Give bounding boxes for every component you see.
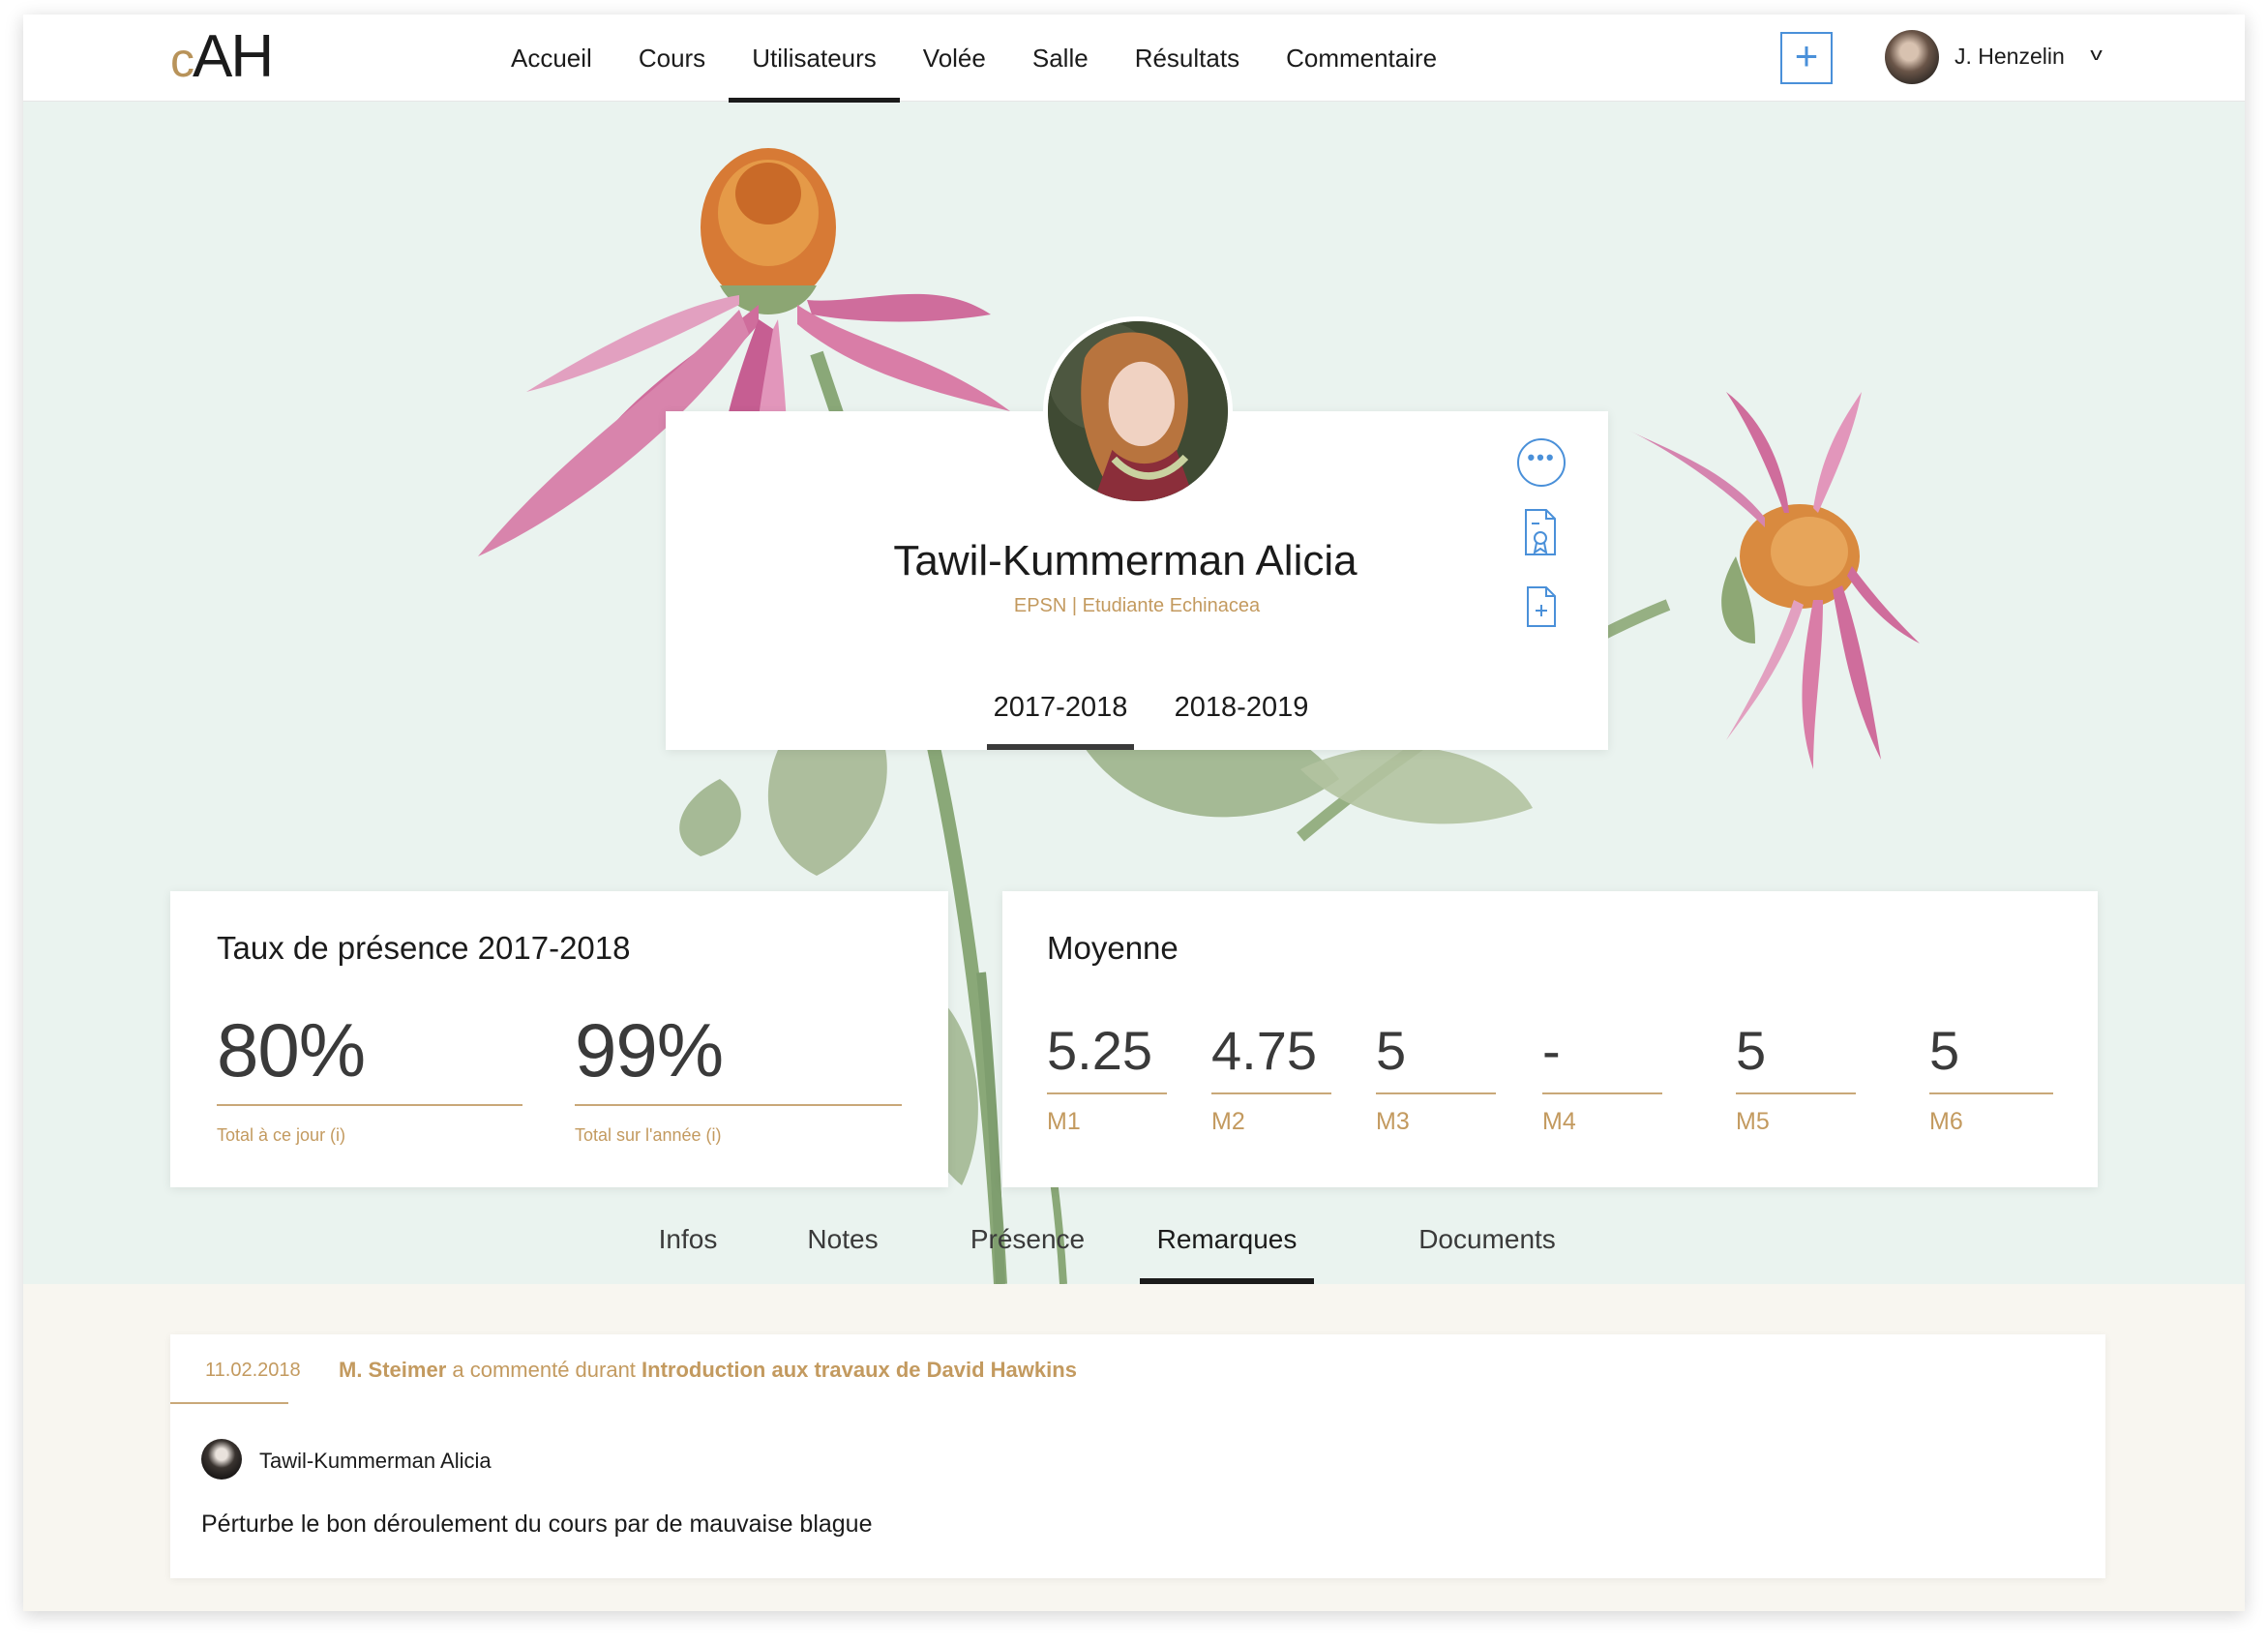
document-add-icon[interactable] [1525,585,1558,628]
average-value: 5 [1376,1020,1407,1081]
average-m5: 5 M5 [1736,1009,1856,1136]
average-title: Moyenne [1047,930,1179,966]
main-nav: Accueil Cours Utilisateurs Volée Salle R… [488,15,1460,103]
profile-hero: Tawil-Kummerman Alicia EPSN | Etudiante … [23,102,2245,1284]
average-card: Moyenne 5.25 M1 4.75 M2 5 M3 - M4 5 M5 5… [1002,891,2098,1187]
tab-2018-2019[interactable]: 2018-2019 [1169,692,1314,750]
divider [1211,1092,1331,1094]
nav-item-resultats[interactable]: Résultats [1112,15,1263,102]
divider [1376,1092,1496,1094]
average-value: 5.25 [1047,1020,1152,1081]
divider [170,1402,288,1404]
average-value: 5 [1929,1020,1960,1081]
remark-card: 11.02.2018 M. Steimer a commenté durant … [170,1334,2105,1578]
avatar [201,1439,242,1480]
remarks-section: 11.02.2018 M. Steimer a commenté durant … [23,1284,2245,1611]
nav-item-volee[interactable]: Volée [900,15,1009,102]
divider [1736,1092,1856,1094]
tab-remarques[interactable]: Remarques [1140,1224,1314,1284]
presence-title: Taux de présence 2017-2018 [217,930,631,966]
logo[interactable]: cAH [170,27,274,88]
presence-year-label[interactable]: Total sur l'année (i) [575,1125,902,1146]
avatar[interactable] [1885,30,1939,84]
nav-item-cours[interactable]: Cours [615,15,729,102]
remark-date: 11.02.2018 [205,1360,301,1381]
average-m4: - M4 [1542,1009,1662,1136]
tab-presence[interactable]: Présence [950,1224,1105,1284]
average-m2: 4.75 M2 [1211,1009,1331,1136]
average-value: 5 [1736,1020,1767,1081]
remark-meta: M. Steimer a commenté durant Introductio… [339,1358,1077,1383]
presence-stat-today: 80% Total à ce jour (i) [217,1003,522,1146]
average-label: M3 [1376,1108,1410,1135]
average-label: M1 [1047,1108,1081,1135]
divider [1929,1092,2053,1094]
certificate-icon[interactable] [1523,508,1558,558]
average-label: M2 [1211,1108,1245,1135]
tab-notes[interactable]: Notes [784,1224,902,1284]
app-window: cAH Accueil Cours Utilisateurs Volée Sal… [23,15,2245,1611]
presence-today-label[interactable]: Total à ce jour (i) [217,1125,522,1146]
average-label: M4 [1542,1108,1576,1135]
presence-today-value: 80% [217,1007,366,1092]
average-label: M5 [1736,1108,1770,1135]
average-value: - [1542,1020,1561,1081]
divider [217,1104,522,1106]
divider [1047,1092,1167,1094]
logo-c: c [170,33,194,87]
add-button[interactable]: + [1780,32,1833,84]
section-tabs: Infos Notes Présence Remarques Documents [23,1214,2245,1284]
average-m6: 5 M6 [1929,1009,2053,1136]
year-tabs: 2017-2018 2018-2019 [666,692,1608,750]
chevron-down-icon[interactable]: v [2090,45,2103,65]
user-name[interactable]: J. Henzelin [1955,44,2065,70]
average-m1: 5.25 M1 [1047,1009,1167,1136]
nav-item-salle[interactable]: Salle [1009,15,1112,102]
presence-card: Taux de présence 2017-2018 80% Total à c… [170,891,948,1187]
presence-stat-year: 99% Total sur l'année (i) [575,1003,902,1146]
nav-item-utilisateurs[interactable]: Utilisateurs [729,15,900,103]
logo-text: AH [193,23,274,90]
average-m3: 5 M3 [1376,1009,1496,1136]
tab-infos[interactable]: Infos [635,1224,741,1284]
remark-text: Pérturbe le bon déroulement du cours par… [201,1510,873,1538]
remark-verb: a commenté durant [446,1358,642,1382]
more-icon[interactable]: ••• [1517,438,1566,487]
divider [1542,1092,1662,1094]
profile-name: Tawil-Kummerman Alicia [893,537,1358,584]
nav-item-commentaire[interactable]: Commentaire [1263,15,1460,102]
remark-student: Tawil-Kummerman Alicia [259,1449,492,1473]
average-value: 4.75 [1211,1020,1317,1081]
remark-teacher[interactable]: M. Steimer [339,1358,446,1382]
tab-documents[interactable]: Documents [1395,1224,1579,1284]
nav-item-accueil[interactable]: Accueil [488,15,615,102]
profile-subtitle: EPSN | Etudiante Echinacea [1013,595,1261,616]
divider [575,1104,902,1106]
average-label: M6 [1929,1108,1963,1135]
tab-2017-2018[interactable]: 2017-2018 [987,692,1134,750]
top-bar: cAH Accueil Cours Utilisateurs Volée Sal… [23,15,2245,103]
presence-year-value: 99% [575,1007,724,1092]
profile-photo [1043,316,1233,506]
remark-course[interactable]: Introduction aux travaux de David Hawkin… [642,1358,1077,1382]
